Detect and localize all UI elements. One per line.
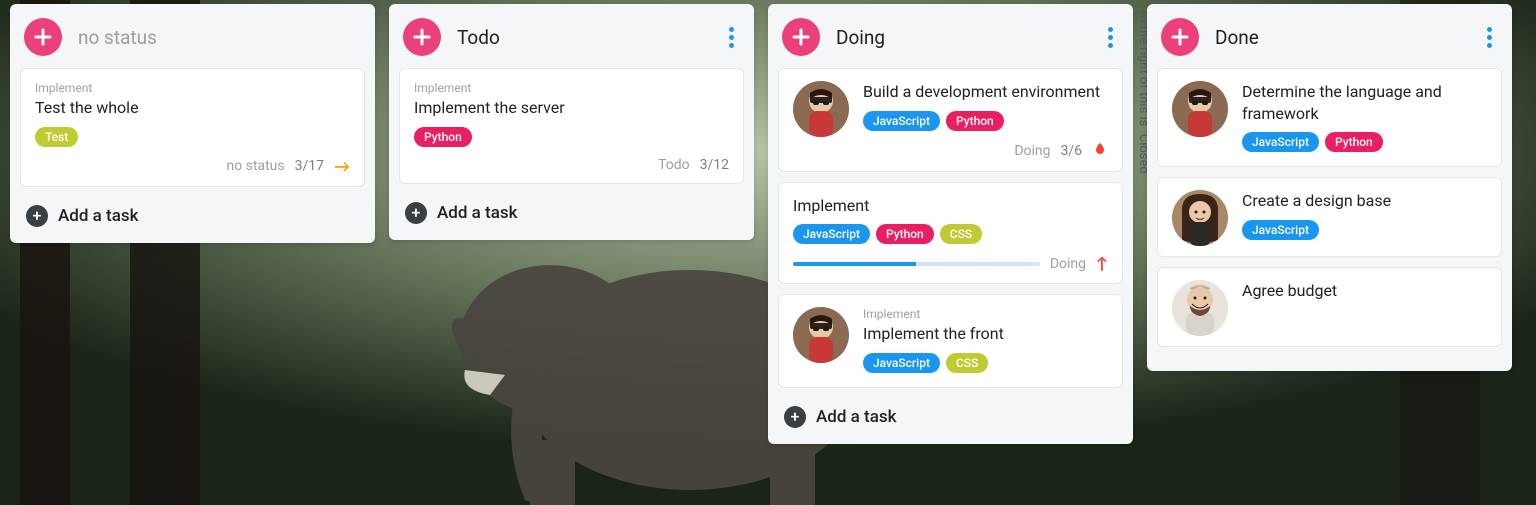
card-status: Doing xyxy=(1014,143,1050,159)
card-title: Test the whole xyxy=(35,97,350,119)
column-menu-button[interactable] xyxy=(723,21,740,54)
task-card[interactable]: Build a development environment JavaScrip… xyxy=(778,68,1123,172)
card-points: 3/6 xyxy=(1060,143,1082,159)
tag-css: CSS xyxy=(940,224,982,244)
tag-py: Python xyxy=(946,111,1004,131)
column-title: Todo xyxy=(457,26,500,49)
card-title: Implement xyxy=(793,195,1108,217)
task-card[interactable]: Agree budget xyxy=(1157,267,1502,347)
card-epic: Implement xyxy=(863,307,1108,321)
tag-js: JavaScript xyxy=(793,224,870,244)
card-title: Agree budget xyxy=(1242,280,1487,302)
add-task-button[interactable]: + Add a task xyxy=(20,197,365,229)
card-title: Implement the server xyxy=(414,97,729,119)
card-status: Doing xyxy=(1050,256,1086,272)
tag-css: CSS xyxy=(946,353,988,373)
card-epic: Implement xyxy=(35,81,350,95)
task-card[interactable]: Implement JavaScript Python CSS Doing ↑ xyxy=(778,182,1123,285)
tag-js: JavaScript xyxy=(863,111,940,131)
tag-js: JavaScript xyxy=(1242,220,1319,240)
fire-icon xyxy=(1092,141,1108,161)
card-title: Implement the front xyxy=(863,323,1108,345)
column-done: Done Determine the language and framework… xyxy=(1147,4,1512,371)
column-doing: Doing Build a development environment Java… xyxy=(768,4,1133,444)
column-menu-button[interactable] xyxy=(1102,21,1119,54)
card-title: Create a design base xyxy=(1242,190,1487,212)
add-task-label: Add a task xyxy=(437,203,517,223)
column-title: Done xyxy=(1215,26,1259,49)
add-task-label: Add a task xyxy=(58,206,138,226)
avatar xyxy=(793,307,849,363)
column-todo: Todo Implement Implement the server Python T… xyxy=(389,4,754,240)
card-status: Todo xyxy=(658,157,690,173)
add-card-button[interactable] xyxy=(782,18,820,56)
task-card[interactable]: Implement Implement the server Python Todo 3… xyxy=(399,68,744,184)
add-task-button[interactable]: + Add a task xyxy=(778,398,1123,430)
task-card[interactable]: Determine the language and framework Java… xyxy=(1157,68,1502,167)
plus-icon: + xyxy=(784,406,806,428)
tag-js: JavaScript xyxy=(1242,132,1319,152)
arrow-right-icon: → xyxy=(334,157,350,176)
card-title: Build a development environment xyxy=(863,81,1108,103)
plus-icon: + xyxy=(26,205,48,227)
column-title: Doing xyxy=(836,26,885,49)
card-status: no status xyxy=(226,158,284,174)
avatar xyxy=(1172,280,1228,336)
add-task-button[interactable]: + Add a task xyxy=(399,194,744,226)
task-card[interactable]: Create a design base JavaScript xyxy=(1157,177,1502,257)
task-card[interactable]: Implement Test the whole Test no status 3/17… xyxy=(20,68,365,187)
add-task-label: Add a task xyxy=(816,407,896,427)
column-title: no status xyxy=(78,26,157,49)
arrow-up-icon: ↑ xyxy=(1096,254,1108,273)
card-points: 3/12 xyxy=(700,157,729,173)
plus-icon: + xyxy=(405,202,427,224)
column-nostatus: no status Implement Test the whole Test no s… xyxy=(10,4,375,243)
tag-py: Python xyxy=(1325,132,1383,152)
add-card-button[interactable] xyxy=(403,18,441,56)
card-title: Determine the language and framework xyxy=(1242,81,1487,124)
column-menu-button[interactable] xyxy=(1481,21,1498,54)
avatar xyxy=(793,81,849,137)
avatar xyxy=(1172,190,1228,246)
tag-test: Test xyxy=(35,127,78,147)
progress-bar xyxy=(793,262,1040,266)
tag-js: JavaScript xyxy=(863,353,940,373)
tag-py: Python xyxy=(876,224,934,244)
avatar xyxy=(1172,81,1228,137)
tag-py: Python xyxy=(414,127,472,147)
card-epic: Implement xyxy=(414,81,729,95)
add-card-button[interactable] xyxy=(1161,18,1199,56)
card-points: 3/17 xyxy=(295,158,324,174)
task-card[interactable]: Implement Implement the front JavaScript CS… xyxy=(778,294,1123,388)
add-card-button[interactable] xyxy=(24,18,62,56)
